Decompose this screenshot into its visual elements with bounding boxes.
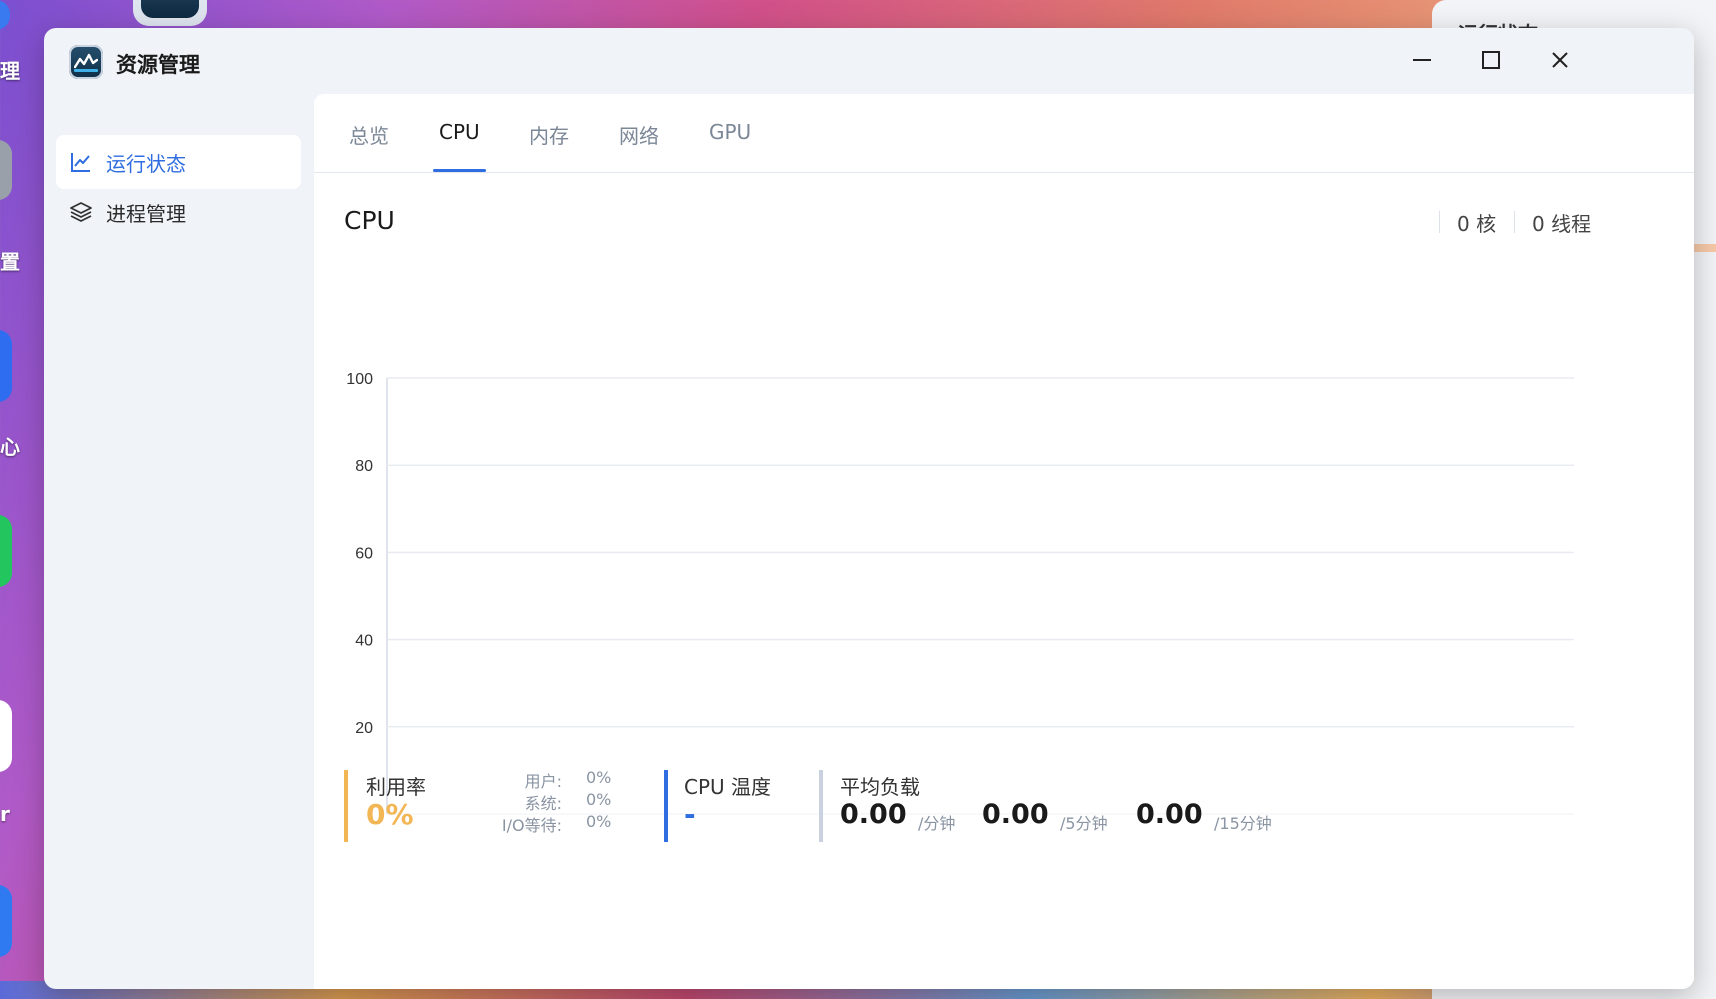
- sidebar-item-label: 运行状态: [106, 151, 186, 176]
- temperature-label: CPU 温度: [684, 775, 772, 799]
- sidebar-item-run-status[interactable]: 运行状态: [56, 135, 301, 189]
- desktop-app-icon-1[interactable]: [0, 0, 10, 30]
- tab-label: CPU: [439, 120, 480, 144]
- tab-label: GPU: [709, 120, 752, 144]
- tab-memory[interactable]: 内存: [529, 120, 569, 172]
- title-bar[interactable]: 资源管理: [44, 28, 1694, 94]
- tab-overview[interactable]: 总览: [349, 120, 389, 172]
- utilization-label: 利用率: [366, 775, 426, 799]
- y-tick-label: 20: [355, 720, 373, 737]
- load-15min-value: 0.00: [1136, 799, 1203, 830]
- load-1min-unit: /分钟: [918, 814, 956, 833]
- y-tick-label: 80: [355, 458, 373, 475]
- minimize-button[interactable]: [1402, 42, 1442, 78]
- app-icon: [69, 45, 103, 79]
- utilization-value: 0%: [366, 798, 414, 831]
- window-title: 资源管理: [116, 53, 200, 77]
- cpu-threads: 0 线程: [1532, 212, 1592, 236]
- system-usage-value: 0%: [586, 790, 612, 809]
- close-button[interactable]: [1540, 42, 1580, 78]
- dock-app-icon[interactable]: [133, 0, 207, 26]
- resource-manager-window: 资源管理 运行状态 进程管理 总览 CPU 内存 网络 GPU CPU 0 核 …: [44, 28, 1694, 989]
- load-1min-value: 0.00: [840, 799, 907, 830]
- tab-label: 内存: [529, 124, 569, 148]
- tab-label: 总览: [349, 124, 389, 148]
- desktop-app-icon-5[interactable]: [0, 700, 12, 772]
- main-content: 总览 CPU 内存 网络 GPU CPU 0 核 0 线程 100 80 60 40 2…: [314, 94, 1694, 989]
- y-tick-label: 60: [355, 545, 373, 562]
- layers-icon: [68, 199, 94, 225]
- desktop-app-icon-3[interactable]: [0, 330, 12, 402]
- tab-gpu[interactable]: GPU: [709, 120, 751, 172]
- close-icon: [1552, 52, 1568, 68]
- system-usage-label: 系统:: [524, 794, 562, 813]
- tab-label: 网络: [619, 124, 659, 148]
- sidebar: 运行状态 进程管理: [44, 94, 314, 989]
- cpu-usage-chart: 100 80 60 40 20: [346, 371, 1574, 815]
- load-15min-unit: /15分钟: [1214, 814, 1272, 833]
- user-usage-value: 0%: [586, 768, 612, 787]
- utilization-accent-bar: [344, 770, 348, 842]
- maximize-icon: [1482, 51, 1500, 69]
- section-title: CPU: [344, 206, 395, 235]
- stat-divider: [1439, 211, 1440, 233]
- desktop-app-icon-2[interactable]: [0, 140, 12, 200]
- io-wait-value: 0%: [586, 812, 612, 831]
- line-chart-icon: [68, 149, 94, 175]
- y-tick-label: 100: [346, 371, 373, 388]
- load-label: 平均负载: [840, 775, 920, 799]
- desktop-label-4: r: [0, 802, 10, 826]
- temperature-accent-bar: [664, 770, 668, 842]
- y-tick-label: 40: [355, 633, 373, 650]
- maximize-button[interactable]: [1471, 42, 1511, 78]
- temperature-value: -: [684, 798, 696, 831]
- tab-active-indicator: [433, 169, 486, 172]
- load-5min-unit: /5分钟: [1060, 814, 1108, 833]
- tab-bar: 总览 CPU 内存 网络 GPU: [314, 94, 1694, 173]
- stat-divider: [1514, 211, 1515, 233]
- sidebar-item-process-management[interactable]: 进程管理: [56, 185, 301, 239]
- desktop-app-icon-6[interactable]: [0, 885, 12, 957]
- tab-cpu[interactable]: CPU: [433, 120, 486, 172]
- desktop-label-3: 心: [0, 435, 20, 459]
- desktop-app-icon-4[interactable]: [0, 515, 12, 587]
- desktop-label-2: 置: [0, 250, 20, 274]
- load-accent-bar: [819, 770, 823, 842]
- user-usage-label: 用户:: [524, 772, 562, 791]
- sidebar-item-label: 进程管理: [106, 201, 186, 226]
- io-wait-label: I/O等待:: [501, 816, 562, 835]
- cpu-cores: 0 核: [1457, 212, 1497, 236]
- minimize-icon: [1413, 59, 1431, 61]
- tab-network[interactable]: 网络: [619, 120, 659, 172]
- load-5min-value: 0.00: [982, 799, 1049, 830]
- desktop-label-1: 理: [0, 59, 20, 83]
